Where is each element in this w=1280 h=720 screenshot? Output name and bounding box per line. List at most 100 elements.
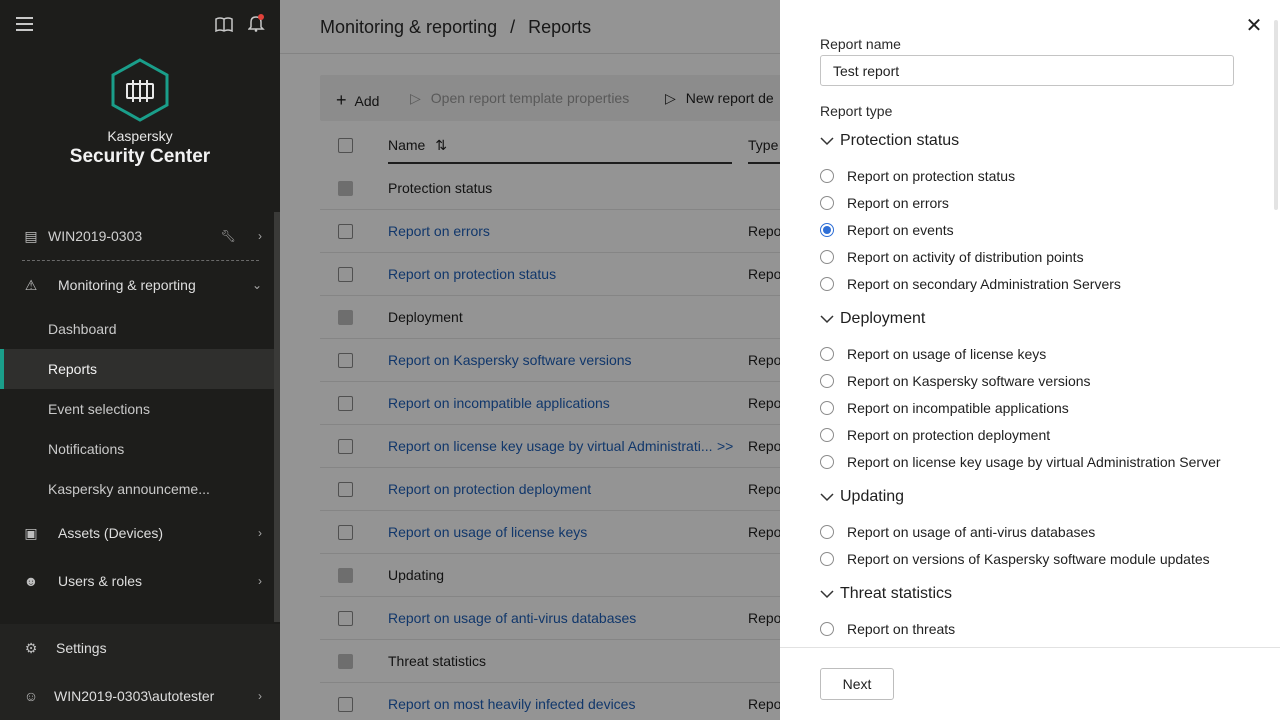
group-header[interactable]: Protection status: [820, 130, 959, 152]
radio-button[interactable]: [820, 622, 834, 636]
nav-label: Event selections: [48, 401, 150, 417]
chevron-right-icon: ›: [258, 689, 262, 703]
radio-label: Report on protection deployment: [847, 427, 1051, 443]
hamburger-menu-icon[interactable]: [16, 17, 33, 31]
user-icon: ☻: [23, 573, 39, 589]
kaspersky-logo-icon: [111, 58, 169, 122]
server-selector[interactable]: ▤ WIN2019-0303 🔧︎ ›: [0, 216, 274, 256]
radio-label: Report on incompatible applications: [847, 400, 1069, 416]
close-icon[interactable]: ✕: [1244, 16, 1264, 36]
radio-label: Report on events: [847, 222, 954, 238]
radio-button[interactable]: [820, 250, 834, 264]
radio-label: Report on license key usage by virtual A…: [847, 454, 1221, 470]
radio-button[interactable]: [820, 552, 834, 566]
brand-name: Kaspersky: [107, 128, 173, 144]
divider: [780, 647, 1280, 648]
report-type-option[interactable]: Report on usage of anti-virus databases: [820, 522, 1095, 542]
radio-button[interactable]: [820, 374, 834, 388]
gear-icon: ⚙︎: [24, 639, 38, 656]
radio-button[interactable]: [820, 196, 834, 210]
radio-button[interactable]: [820, 525, 834, 539]
bell-icon[interactable]: [248, 14, 265, 32]
radio-label: Report on versions of Kaspersky software…: [847, 551, 1210, 567]
radio-label: Report on secondary Administration Serve…: [847, 276, 1121, 292]
radio-label: Report on Kaspersky software versions: [847, 373, 1091, 389]
group-header[interactable]: Updating: [820, 486, 904, 508]
radio-label: Report on activity of distribution point…: [847, 249, 1084, 265]
radio-label: Report on threats: [847, 621, 956, 637]
nav-users-roles[interactable]: ☻ Users & roles ›: [0, 561, 274, 601]
report-name-label: Report name: [820, 36, 901, 52]
wrench-icon[interactable]: 🔧︎: [221, 229, 236, 243]
nav-settings[interactable]: ⚙︎ Settings: [0, 628, 274, 668]
chevron-down-icon: [820, 315, 834, 324]
warning-icon: ⚠︎: [24, 276, 38, 293]
radio-button[interactable]: [820, 277, 834, 291]
radio-button[interactable]: [820, 428, 834, 442]
nav-label: Reports: [48, 361, 98, 377]
radio-button[interactable]: [820, 223, 834, 237]
new-report-drawer: ✕ Report name Report type Protection sta…: [780, 0, 1280, 720]
report-type-option[interactable]: Report on events: [820, 220, 954, 240]
report-type-option[interactable]: Report on versions of Kaspersky software…: [820, 549, 1210, 569]
chevron-down-icon: [820, 137, 834, 146]
book-icon[interactable]: [215, 17, 233, 32]
sidebar-top: [0, 0, 280, 48]
group-title: Updating: [840, 488, 905, 505]
nav-label: Assets (Devices): [58, 525, 164, 541]
report-type-option[interactable]: Report on incompatible applications: [820, 398, 1069, 418]
radio-button[interactable]: [820, 347, 834, 361]
nav-label: Kaspersky announceme...: [48, 481, 210, 497]
radio-label: Report on errors: [847, 195, 949, 211]
divider: [22, 260, 259, 261]
server-icon: ▤: [24, 227, 38, 244]
radio-button[interactable]: [820, 169, 834, 183]
devices-icon: ▣: [24, 524, 38, 541]
server-name: WIN2019-0303: [48, 228, 143, 244]
account-icon: ☺︎: [23, 688, 39, 704]
nav-monitoring-reporting[interactable]: ⚠︎ Monitoring & reporting ⌄: [0, 265, 274, 305]
nav-account[interactable]: ☺︎ WIN2019-0303\autotester ›: [0, 676, 274, 716]
report-type-option[interactable]: Report on secondary Administration Serve…: [820, 274, 1121, 294]
group-header[interactable]: Threat statistics: [820, 583, 952, 605]
report-type-option[interactable]: Report on license key usage by virtual A…: [820, 452, 1221, 472]
radio-label: Report on usage of anti-virus databases: [847, 524, 1096, 540]
report-type-option[interactable]: Report on activity of distribution point…: [820, 247, 1084, 267]
product-name: Security Center: [69, 146, 211, 167]
nav-reports[interactable]: Reports: [0, 349, 274, 389]
sidebar: Kaspersky Security Center ▤ WIN2019-0303…: [0, 0, 280, 720]
report-type-option[interactable]: Report on usage of license keys: [820, 344, 1046, 364]
sidebar-bottom: ⚙︎ Settings ☺︎ WIN2019-0303\autotester ›: [0, 624, 280, 720]
chevron-down-icon: [820, 590, 834, 599]
modal-overlay[interactable]: [280, 0, 780, 720]
radio-label: Report on protection status: [847, 168, 1016, 184]
report-type-option[interactable]: Report on errors: [820, 193, 949, 213]
nav-label: Settings: [56, 640, 107, 656]
nav-event-selections[interactable]: Event selections: [0, 389, 274, 429]
group-header[interactable]: Deployment: [820, 308, 925, 330]
report-type-option[interactable]: Report on Kaspersky software versions: [820, 371, 1091, 391]
report-type-option[interactable]: Report on protection status: [820, 166, 1015, 186]
next-button[interactable]: Next: [820, 668, 894, 700]
group-title: Threat statistics: [840, 585, 953, 602]
nav-label: Monitoring & reporting: [58, 277, 196, 293]
nav-dashboard[interactable]: Dashboard: [0, 309, 274, 349]
radio-button[interactable]: [820, 401, 834, 415]
report-type-option[interactable]: Report on threats: [820, 619, 955, 639]
group-title: Protection status: [840, 132, 960, 149]
chevron-right-icon: ›: [258, 229, 262, 243]
chevron-right-icon: ›: [258, 526, 262, 540]
drawer-scrollbar[interactable]: [1274, 20, 1278, 210]
report-type-option[interactable]: Report on protection deployment: [820, 425, 1050, 445]
radio-button[interactable]: [820, 455, 834, 469]
nav-label: WIN2019-0303\autotester: [54, 688, 215, 704]
nav-label: Dashboard: [48, 321, 117, 337]
nav-kaspersky-announcements[interactable]: Kaspersky announceme...: [0, 469, 274, 509]
chevron-down-icon: [820, 493, 834, 502]
report-type-label: Report type: [820, 103, 893, 119]
nav-label: Notifications: [48, 441, 125, 457]
radio-label: Report on usage of license keys: [847, 346, 1047, 362]
nav-assets[interactable]: ▣ Assets (Devices) ›: [0, 513, 274, 553]
report-name-input[interactable]: [820, 55, 1234, 86]
nav-notifications[interactable]: Notifications: [0, 429, 274, 469]
